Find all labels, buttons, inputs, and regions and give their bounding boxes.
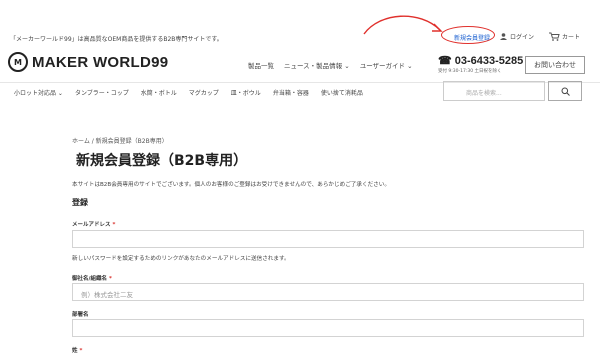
- top-bar: 「メーカーワールド99」は高品質なOEM商品を提供するB2B専門サイトです。 新…: [0, 0, 600, 44]
- company-label: 御社名/組織名 *: [72, 276, 112, 282]
- category-list: 小ロット対応品 ⌄ タンブラー・コップ 水筒・ボトル マグカップ 皿・ボウル 弁…: [14, 88, 363, 97]
- page-title: 新規会員登録（B2B専用）: [76, 153, 248, 169]
- nav-item-news[interactable]: ニュース・製品情報 ⌄: [284, 60, 350, 70]
- contact-button[interactable]: お問い合わせ: [525, 56, 585, 74]
- logo-mark: M: [8, 52, 28, 72]
- category-item[interactable]: タンブラー・コップ: [75, 88, 129, 97]
- department-field[interactable]: [72, 319, 584, 337]
- phone-block: ☎ 03-6433-5285 受付 9:30-17:30 土日祝を除く: [438, 54, 523, 74]
- login-label: ログイン: [510, 34, 535, 41]
- nav-item-guide[interactable]: ユーザーガイド ⌄: [360, 60, 413, 70]
- site-notice: 「メーカーワールド99」は高品質なOEM商品を提供するB2B専門サイトです。: [10, 36, 223, 43]
- category-item[interactable]: 水筒・ボトル: [141, 88, 177, 97]
- department-label: 部署名: [72, 312, 89, 318]
- search-button[interactable]: [548, 81, 582, 101]
- category-item[interactable]: 使い捨て消耗品: [321, 88, 363, 97]
- email-label: メールアドレス *: [72, 222, 116, 228]
- cart-icon: [549, 32, 560, 41]
- search-input[interactable]: 商品を検索...: [443, 81, 545, 101]
- section-title: 登録: [72, 198, 88, 207]
- cart-label: カート: [562, 34, 581, 41]
- register-link[interactable]: 新規会員登録: [454, 33, 490, 42]
- company-field[interactable]: 例）株式会社二友: [72, 283, 584, 301]
- phone-hours: 受付 9:30-17:30 土日祝を除く: [438, 69, 502, 74]
- intro-text: 本サイトはB2B会員専用のサイトでございます。個人のお客様のご登録はお受けできま…: [72, 182, 390, 188]
- main-nav: 製品一覧 ニュース・製品情報 ⌄ ユーザーガイド ⌄: [248, 60, 413, 70]
- cart-link[interactable]: カート: [549, 32, 580, 41]
- phone-number[interactable]: ☎ 03-6433-5285: [438, 54, 523, 67]
- category-item[interactable]: 弁当箱・容器: [273, 88, 309, 97]
- user-icon: [500, 33, 507, 40]
- site-header: M MAKER WORLD99 製品一覧 ニュース・製品情報 ⌄ ユーザーガイド…: [0, 48, 600, 82]
- category-item[interactable]: 小ロット対応品 ⌄: [14, 88, 63, 97]
- logo-text: MAKER WORLD99: [32, 53, 169, 71]
- lastname-label: 姓 *: [72, 348, 83, 354]
- password-help-text: 新しいパスワードを設定するためのリンクがあなたのメールアドレスに送信されます。: [72, 256, 290, 262]
- breadcrumb[interactable]: ホーム / 新規会員登録（B2B専用）: [72, 136, 168, 145]
- category-item[interactable]: マグカップ: [189, 88, 219, 97]
- login-link[interactable]: ログイン: [500, 32, 534, 41]
- email-field[interactable]: [72, 230, 584, 248]
- site-logo[interactable]: M MAKER WORLD99: [8, 52, 168, 72]
- nav-item-products[interactable]: 製品一覧: [248, 60, 274, 70]
- category-item[interactable]: 皿・ボウル: [231, 88, 261, 97]
- search-icon: [561, 87, 570, 96]
- annotation-arrow-icon: [363, 15, 443, 35]
